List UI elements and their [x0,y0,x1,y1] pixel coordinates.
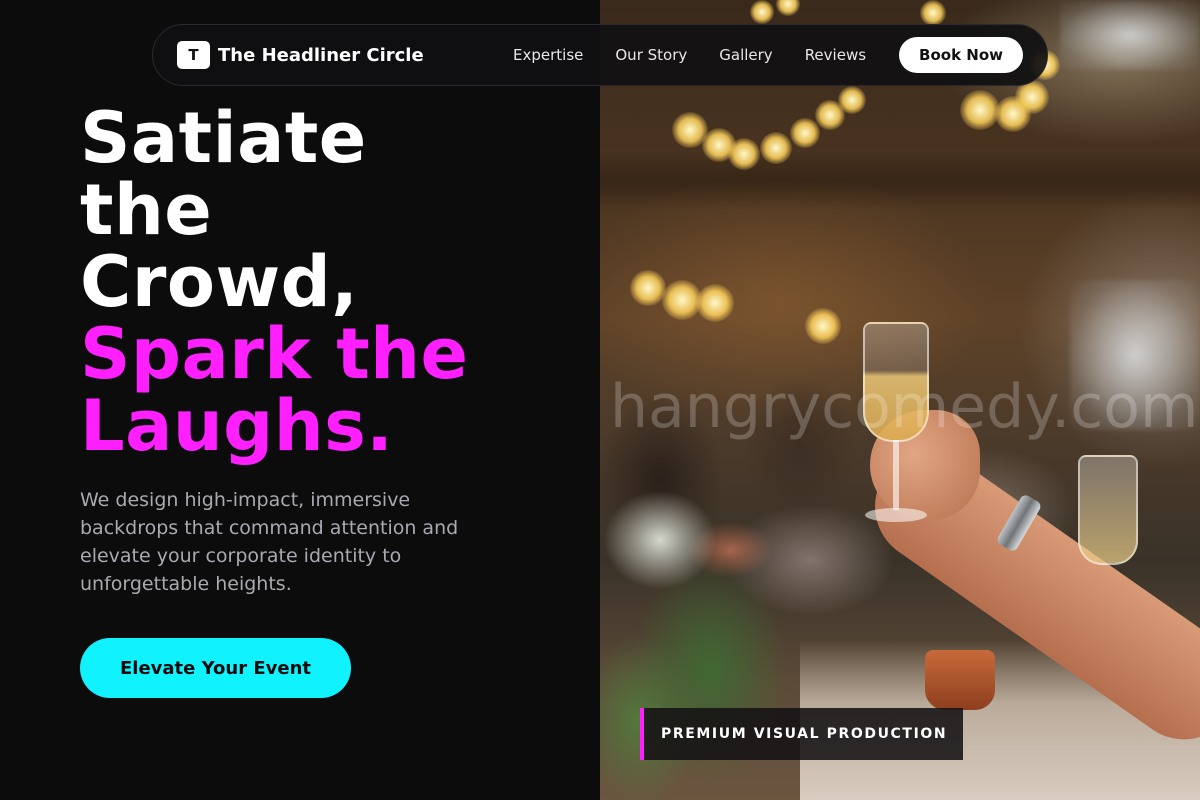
elevate-event-button[interactable]: Elevate Your Event [80,638,351,698]
string-light [960,90,1000,130]
string-light [805,308,841,344]
photo-plant-pot [925,650,995,710]
nav-link-reviews[interactable]: Reviews [805,46,866,64]
premium-badge: PREMIUM VISUAL PRODUCTION [640,708,964,760]
book-now-button[interactable]: Book Now [899,37,1023,73]
nav-link-our-story[interactable]: Our Story [615,46,687,64]
photo-ceiling-beam [600,150,1200,210]
nav-links: Expertise Our Story Gallery Reviews Book… [513,37,1023,73]
glass-foot [865,508,927,522]
headline-line: Satiate [80,97,367,179]
string-light [728,138,760,170]
brand-name: The Headliner Circle [218,44,424,66]
headline-line: the [80,169,213,251]
photo-window [1060,0,1200,70]
brand-home-link[interactable]: T The Headliner Circle [177,41,424,69]
hero-subtext: We design high-impact, immersive backdro… [80,489,459,595]
string-light [750,0,774,24]
headline-line: Crowd, [80,241,359,323]
headline-accent-line: Laughs. [80,385,394,467]
string-light [838,86,866,114]
photo-watermark: hangrycomedy.com [610,372,1199,442]
headline-accent-line: Spark the [80,313,469,395]
glass-stem [893,440,899,510]
string-light [630,270,666,306]
nav-link-gallery[interactable]: Gallery [719,46,772,64]
letter-t-logo-icon: T [177,41,210,69]
string-light [696,284,734,322]
string-light [920,0,946,26]
hero-photo: hangrycomedy.com PREMIUM VISUAL PRODUCTI… [600,0,1200,800]
hero-headline: Satiate the Crowd, Spark the Laughs. [80,102,580,462]
string-light [790,118,820,148]
nav-link-expertise[interactable]: Expertise [513,46,583,64]
top-navbar: T The Headliner Circle Expertise Our Sto… [152,24,1048,86]
photo-champagne-glass-2 [1078,455,1138,565]
string-light [776,0,800,16]
string-light [760,132,792,164]
